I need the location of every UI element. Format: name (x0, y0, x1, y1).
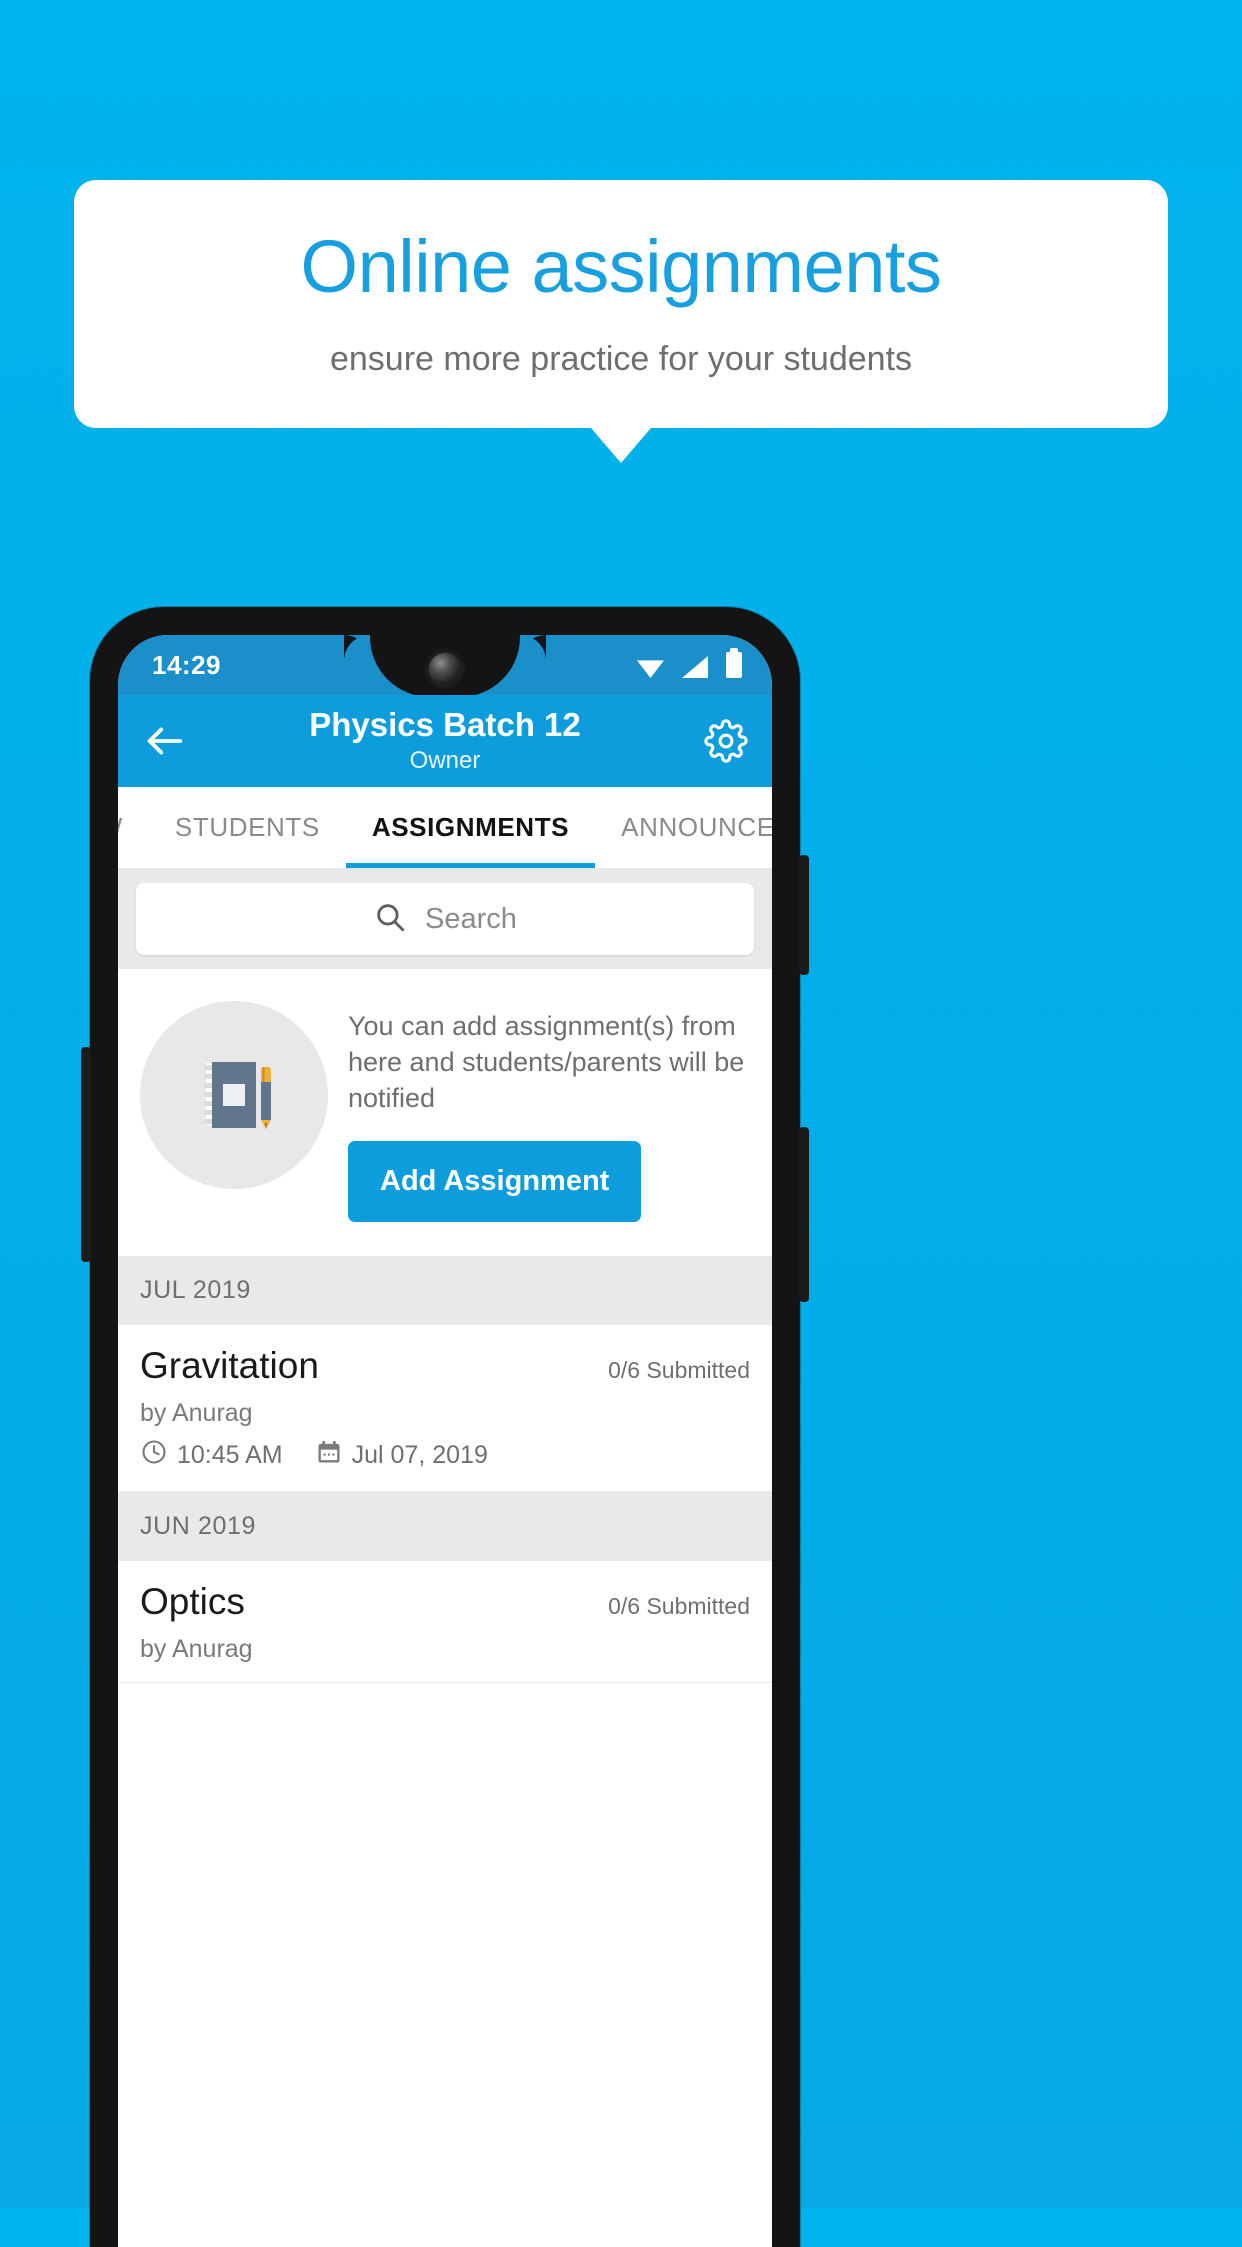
tab-overview[interactable]: IEW (118, 787, 149, 868)
search-icon (373, 900, 407, 939)
status-time: 14:29 (152, 649, 221, 680)
status-icon-group (637, 648, 742, 678)
front-camera-icon (429, 653, 461, 685)
assignment-title: Gravitation (140, 1344, 319, 1386)
empty-state-text: You can add assignment(s) from here and … (348, 1011, 745, 1113)
assignment-author: by Anurag (140, 1398, 253, 1427)
status-bar: 14:29 (118, 635, 772, 697)
month-header-jul: JUL 2019 (118, 1255, 772, 1325)
battery-icon (726, 648, 742, 678)
empty-state-card: You can add assignment(s) from here and … (118, 969, 772, 1256)
assignment-row-header: Optics 0/6 Submitted (140, 1581, 750, 1623)
assignment-time: 10:45 AM (140, 1438, 283, 1473)
app-bar: Physics Batch 12 Owner (118, 695, 772, 787)
promo-subtitle: ensure more practice for your students (329, 339, 913, 378)
add-assignment-button[interactable]: Add Assignment (348, 1140, 642, 1222)
assistant-button[interactable] (81, 1047, 91, 1262)
assignment-row[interactable]: Optics 0/6 Submitted by Anurag (118, 1560, 772, 1683)
power-button[interactable] (799, 855, 809, 975)
assignment-date: Jul 07, 2019 (315, 1438, 488, 1473)
empty-state-content: You can add assignment(s) from here and … (348, 995, 750, 1222)
clock-icon (140, 1438, 168, 1473)
month-header-jun: JUN 2019 (118, 1491, 772, 1561)
assignment-title: Optics (140, 1580, 245, 1622)
promo-callout: Online assignments ensure more practice … (74, 180, 1168, 428)
assignment-date-text: Jul 07, 2019 (351, 1440, 488, 1469)
signal-icon (682, 656, 708, 678)
phone-screen: 14:29 Physics Batch 12 Owner STUDENTS AS… (118, 635, 772, 2247)
tab-bar: IEW STUDENTS ASSIGNMENTS ANNOUNCEM (118, 787, 772, 869)
phone-device-frame: 14:29 Physics Batch 12 Owner STUDENTS AS… (81, 607, 809, 2247)
wifi-icon (637, 660, 664, 678)
gear-icon[interactable] (704, 719, 748, 763)
tab-students[interactable]: STUDENTS (149, 787, 346, 868)
assignment-row[interactable]: Gravitation 0/6 Submitted by Anurag 10:4… (118, 1324, 772, 1492)
promo-title: Online assignments (300, 224, 942, 308)
assignment-author: by Anurag (140, 1634, 253, 1663)
assignment-row-header: Gravitation 0/6 Submitted (140, 1345, 750, 1387)
back-arrow-icon[interactable] (142, 718, 188, 764)
page-title: Physics Batch 12 (309, 706, 581, 744)
volume-button[interactable] (799, 1127, 809, 1302)
tab-assignments[interactable]: ASSIGNMENTS (345, 787, 596, 868)
search-placeholder: Search (425, 902, 517, 935)
assignment-meta: 10:45 AM Jul 07, 2019 (140, 1438, 750, 1473)
camera-notch (344, 635, 546, 697)
page-subtitle: Owner (409, 746, 481, 774)
calendar-icon (315, 1438, 343, 1473)
status-badge: 0/6 Submitted (608, 1356, 750, 1383)
tab-announcements[interactable]: ANNOUNCEM (595, 787, 772, 868)
app-bar-titles: Physics Batch 12 Owner (118, 707, 772, 774)
promo-callout-tail (591, 428, 651, 463)
search-input[interactable]: Search (136, 883, 754, 955)
search-bar-container: Search (118, 869, 772, 969)
status-badge: 0/6 Submitted (608, 1592, 750, 1619)
assignment-time-text: 10:45 AM (177, 1440, 283, 1469)
notebook-pen-icon (140, 1001, 328, 1189)
